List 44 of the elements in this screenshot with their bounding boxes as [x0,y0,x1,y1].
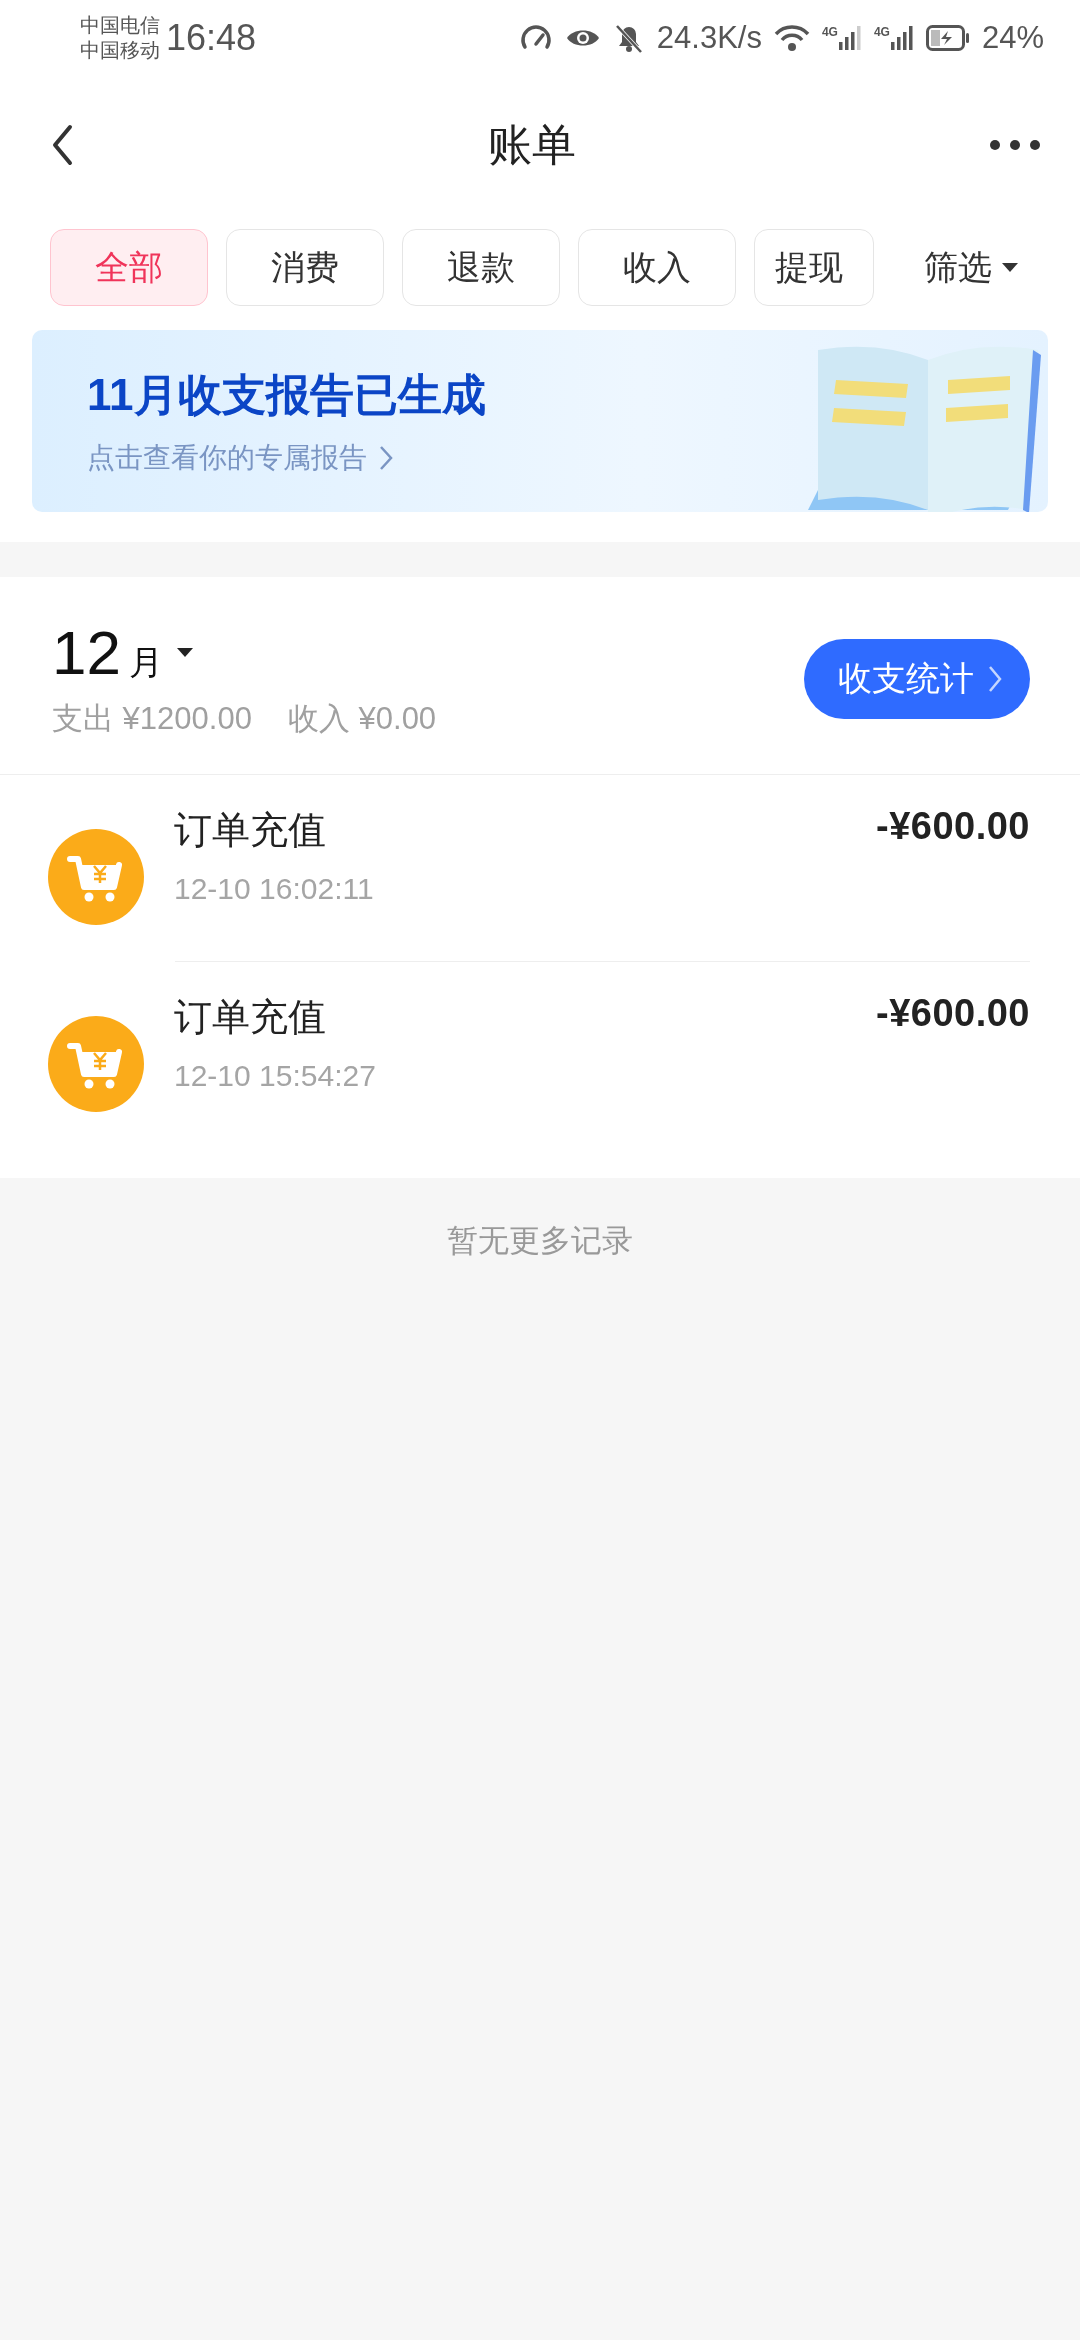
bill-title: 订单充值 [174,995,327,1040]
shopping-cart-icon [48,829,144,925]
shopping-cart-icon [48,1016,144,1112]
banner-title: 11月收支报告已生成 [87,368,486,421]
income-total: 收入 ¥0.00 [287,700,437,738]
banner-subtitle: 点击查看你的专属报告 [87,440,367,475]
page-title: 账单 [488,118,576,171]
caret-icon [1002,263,1018,272]
caret-icon [176,648,193,657]
filter-tab[interactable]: 全部 [50,229,208,306]
month-number: 12 [52,617,121,688]
battery-icon [925,24,970,51]
chevron-icon [379,444,393,471]
filter-tab[interactable]: 退款 [402,229,560,306]
end-of-list-text: 暂无更多记录 [447,1222,633,1260]
signal-icon [889,23,914,52]
signal-icon [837,23,862,52]
back-icon [50,124,74,166]
month-selector[interactable]: 12 月 [52,617,193,688]
clock-time: 16:48 [166,16,257,59]
chevron-icon [988,664,1002,693]
bill-title: 订单充值 [174,808,327,853]
bill-time: 12-10 15:54:27 [174,1059,377,1093]
expense-total: 支出 ¥1200.00 [52,700,252,738]
month-unit: 月 [128,642,163,683]
network-type-label: 4G [821,25,838,38]
bill-amount: -¥600.00 [876,805,1030,848]
more-button[interactable] [990,140,1040,150]
more-icon [990,140,1040,150]
battery-percentage: 24% [981,19,1044,56]
bill-time: 12-10 16:02:11 [174,872,375,906]
bill-amount: -¥600.00 [876,992,1030,1035]
filter-tab[interactable]: 提现 [754,229,874,306]
network-type-label: 4G [873,25,890,38]
back-button[interactable] [50,124,74,166]
carrier-name: 中国移动 [80,37,160,63]
stats-button[interactable]: 收支统计 [804,638,1030,719]
network-speed: 24.3K/s [656,19,762,56]
filter-button[interactable]: 筛选 [924,244,1018,291]
report-banner[interactable]: 11月收支报告已生成 点击查看你的专属报告 [32,330,1048,512]
wifi-icon [773,23,810,52]
filter-tab[interactable]: 消费 [226,229,384,306]
filter-tab[interactable]: 收入 [578,229,736,306]
carrier-name: 中国电信 [80,12,160,38]
